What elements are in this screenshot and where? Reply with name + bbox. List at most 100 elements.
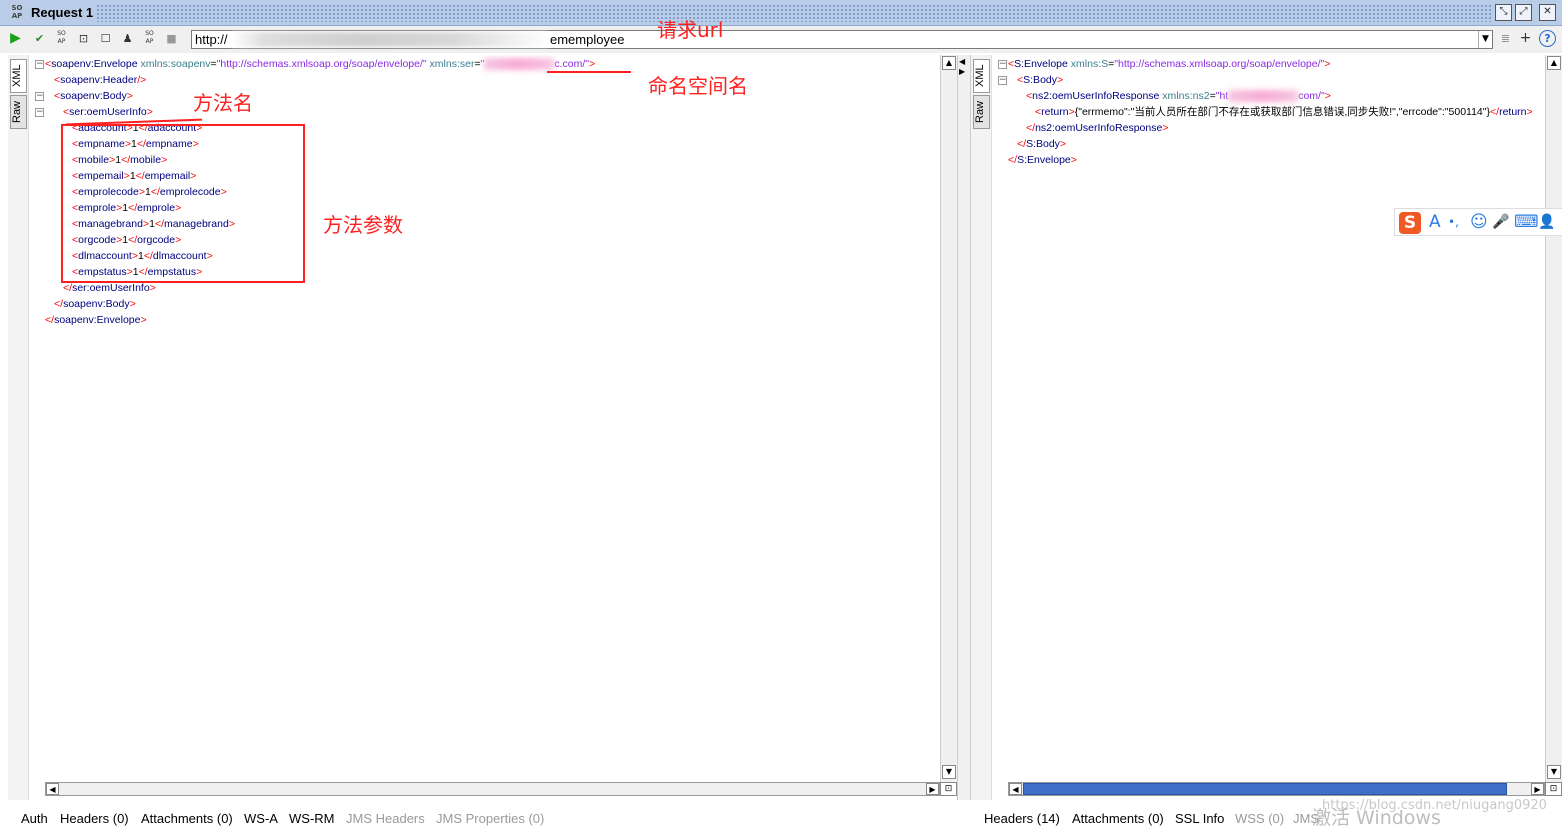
- minimize-icon[interactable]: ⤡: [1495, 4, 1512, 21]
- add-assertion-icon[interactable]: ✔: [31, 30, 48, 47]
- endpoint-url-input[interactable]: http:// ememployee ▼: [191, 30, 1493, 49]
- xml-token: "http://schemas.xmlsoap.org/soap/envelop…: [216, 58, 427, 70]
- annotation-method: 方法名: [193, 91, 253, 115]
- help-icon[interactable]: ?: [1539, 30, 1556, 47]
- soap-version-icon[interactable]: SO AP: [141, 30, 158, 47]
- ime-toolbar[interactable]: S A •, ☺ 🎤 ⌨ 👤: [1394, 208, 1562, 236]
- xml-token: </: [54, 298, 64, 310]
- scroll-down-icon[interactable]: ▼: [942, 765, 956, 779]
- scroll-thumb[interactable]: [1023, 783, 1507, 795]
- zoom-icon[interactable]: ⊡: [940, 782, 957, 796]
- title-bar: SO AP Request 1 ⤡ ⤢ ✕: [0, 0, 1562, 26]
- tab-wss[interactable]: WSS (0): [1235, 811, 1284, 826]
- fold-toggle-icon[interactable]: −: [35, 108, 44, 117]
- xml-token: c.com/": [554, 58, 590, 70]
- fold-toggle-icon[interactable]: −: [35, 92, 44, 101]
- xml-token: return: [1041, 106, 1069, 118]
- xml-token: S:Body: [1023, 74, 1057, 86]
- request-bottom-tabs: Auth Headers (0) Attachments (0) WS-A WS…: [0, 808, 957, 829]
- tab-ws-a[interactable]: WS-A: [244, 811, 278, 826]
- xml-token: >: [1059, 138, 1067, 150]
- xml-token: </: [1017, 138, 1027, 150]
- window-title: Request 1: [31, 5, 94, 20]
- xml-token: >: [149, 282, 156, 294]
- response-xml-editor[interactable]: <S:Envelope xmlns:S="http://schemas.xmls…: [1008, 55, 1543, 783]
- collapse-left-icon[interactable]: ◀: [959, 57, 965, 66]
- tab-headers[interactable]: Headers (0): [60, 811, 129, 826]
- xml-token: ns2:oemUserInfoResponse: [1035, 122, 1163, 134]
- xml-line: <soapenv:Body>: [54, 88, 133, 104]
- tab-jms-headers[interactable]: JMS Headers: [346, 811, 425, 826]
- tab-raw[interactable]: Raw: [10, 95, 27, 129]
- xml-line: <ser:oemUserInfo>: [63, 104, 153, 120]
- tab-ws-rm[interactable]: WS-RM: [289, 811, 335, 826]
- tab-ssl-info[interactable]: SSL Info: [1175, 811, 1224, 826]
- user-settings-icon[interactable]: ♟: [119, 30, 136, 47]
- scroll-up-icon[interactable]: ▲: [942, 56, 956, 70]
- detach-icon[interactable]: ⤢: [1515, 4, 1532, 21]
- emoji-icon[interactable]: ☺: [1470, 209, 1488, 235]
- tab-xml[interactable]: XML: [973, 59, 990, 93]
- fold-toggle-icon[interactable]: −: [998, 76, 1007, 85]
- punctuation-icon[interactable]: •,: [1448, 209, 1459, 235]
- request-horizontal-scrollbar[interactable]: ◀ ▶: [45, 782, 940, 796]
- font-icon[interactable]: A: [1429, 209, 1441, 235]
- fold-toggle-icon[interactable]: −: [998, 60, 1007, 69]
- close-icon[interactable]: ✕: [1539, 4, 1556, 21]
- redacted-text: [1228, 90, 1299, 103]
- xml-line: </ns2:oemUserInfoResponse>: [1026, 120, 1168, 136]
- microphone-icon[interactable]: 🎤: [1492, 209, 1509, 235]
- user-icon[interactable]: 👤: [1538, 209, 1555, 235]
- xml-token: </: [1490, 106, 1500, 118]
- xml-line: <S:Envelope xmlns:S="http://schemas.xmls…: [1008, 56, 1330, 72]
- xml-token: xmlns:soapenv: [137, 58, 211, 70]
- url-suffix: ememployee: [550, 32, 625, 47]
- xml-token: S:Body: [1026, 138, 1060, 150]
- cancel-icon[interactable]: ■: [163, 30, 180, 47]
- tab-xml[interactable]: XML: [10, 59, 27, 93]
- soap-request-icon[interactable]: SO AP: [53, 30, 70, 47]
- chevron-down-icon[interactable]: ▼: [1478, 31, 1492, 48]
- add-endpoint-icon[interactable]: +: [1517, 30, 1534, 47]
- response-panel: XML Raw − − <S:Envelope xmlns:S="http://…: [971, 55, 1562, 800]
- split-divider[interactable]: ◀ ▶: [957, 55, 971, 800]
- blog-watermark: https://blog.csdn.net/niugang0920: [1322, 798, 1547, 813]
- xml-token: >: [589, 58, 596, 70]
- xml-token: </: [1008, 154, 1018, 166]
- keyboard-icon[interactable]: ⌨: [1514, 209, 1539, 235]
- response-vertical-scrollbar[interactable]: ▲ ▼: [1545, 55, 1562, 783]
- tab-auth[interactable]: Auth: [21, 811, 48, 826]
- annotation-url: 请求url: [657, 18, 724, 42]
- scroll-left-icon[interactable]: ◀: [1009, 783, 1022, 795]
- tab-attachments[interactable]: Attachments (0): [141, 811, 233, 826]
- response-horizontal-scrollbar[interactable]: ◀ ▶: [1008, 782, 1545, 796]
- xml-token: >: [126, 90, 133, 102]
- scroll-right-icon[interactable]: ▶: [926, 783, 939, 795]
- xml-token: {"errmemo":"当前人员所在部门不存在或获取部门信息错误,同步失败!",…: [1074, 106, 1491, 118]
- xml-line: <ns2:oemUserInfoResponse xmlns:ns2="ht co…: [1026, 88, 1331, 104]
- request-vertical-scrollbar[interactable]: ▲ ▼: [940, 55, 957, 783]
- list-icon[interactable]: ≣: [1497, 30, 1514, 47]
- collapse-right-icon[interactable]: ▶: [959, 67, 965, 76]
- scroll-left-icon[interactable]: ◀: [46, 783, 59, 795]
- create-request-icon[interactable]: ⊡: [75, 30, 92, 47]
- scroll-down-icon[interactable]: ▼: [1547, 765, 1561, 779]
- xml-token: </: [63, 282, 73, 294]
- sogou-icon[interactable]: S: [1399, 212, 1421, 234]
- tab-attachments[interactable]: Attachments (0): [1072, 811, 1164, 826]
- params-highlight-box: [61, 124, 305, 283]
- tab-raw[interactable]: Raw: [973, 95, 990, 129]
- xml-token: soapenv:Envelope: [54, 314, 141, 326]
- tab-headers[interactable]: Headers (14): [984, 811, 1060, 826]
- scroll-up-icon[interactable]: ▲: [1547, 56, 1561, 70]
- xml-token: ser:oemUserInfo: [69, 106, 147, 118]
- redacted-text: [484, 58, 555, 71]
- zoom-icon[interactable]: ⊡: [1545, 782, 1562, 796]
- run-request-icon[interactable]: ▶: [7, 30, 24, 47]
- scroll-right-icon[interactable]: ▶: [1531, 783, 1544, 795]
- stop-icon[interactable]: ☐: [97, 30, 114, 47]
- tab-jms-properties[interactable]: JMS Properties (0): [436, 811, 544, 826]
- fold-toggle-icon[interactable]: −: [35, 60, 44, 69]
- xml-token: >: [1070, 154, 1077, 166]
- xml-token: xmlns:S: [1067, 58, 1109, 70]
